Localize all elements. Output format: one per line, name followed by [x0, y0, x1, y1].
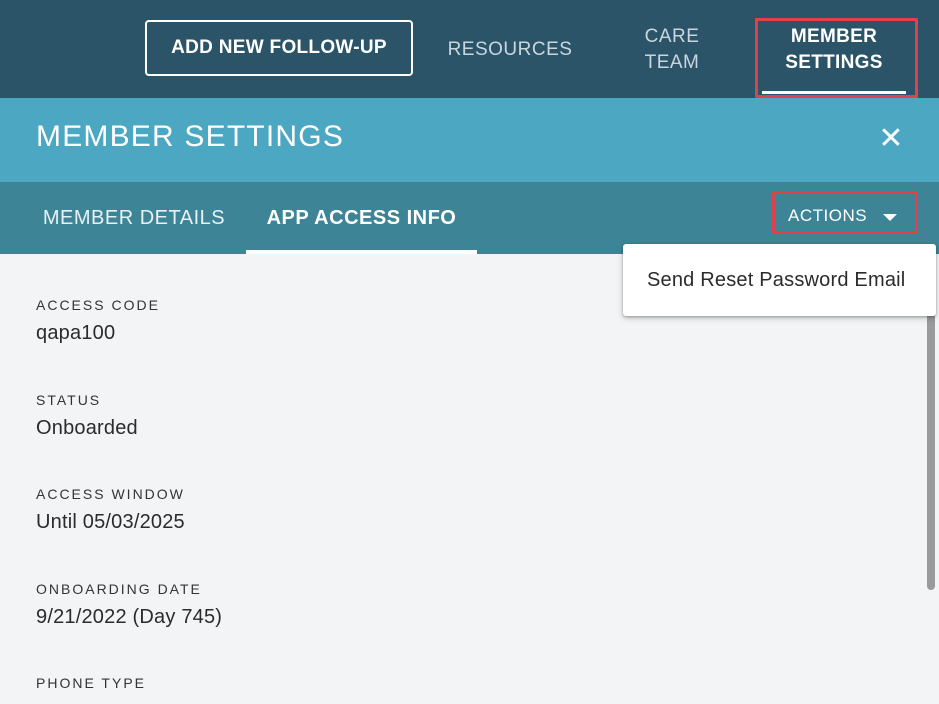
scrollbar-thumb[interactable]: [927, 312, 935, 590]
tab-app-access-info-label: APP ACCESS INFO: [266, 206, 457, 229]
field-value-status: Onboarded: [36, 417, 138, 439]
nav-care-team-line1: CARE: [644, 26, 700, 47]
nav-member-settings-line1: MEMBER: [790, 26, 878, 47]
menu-item-send-reset-password-email[interactable]: Send Reset Password Email: [623, 244, 936, 316]
nav-care-team-link[interactable]: CARE TEAM: [620, 20, 724, 80]
field-value-access-code: qapa100: [36, 322, 116, 344]
field-label-phone-type: PHONE TYPE: [36, 675, 146, 691]
panel-header: MEMBER SETTINGS ✕: [0, 98, 939, 182]
actions-label: ACTIONS: [788, 206, 868, 225]
add-new-follow-up-button[interactable]: ADD NEW FOLLOW-UP: [145, 20, 413, 76]
field-value-onboarding-date: 9/21/2022 (Day 745): [36, 606, 223, 628]
field-label-status: STATUS: [36, 392, 102, 408]
nav-member-settings-link[interactable]: MEMBER SETTINGS: [760, 20, 908, 94]
nav-member-settings-line2: SETTINGS: [785, 52, 883, 73]
field-label-onboarding-date: ONBOARDING DATE: [36, 581, 202, 597]
active-nav-underline: [762, 91, 906, 94]
close-icon[interactable]: ✕: [876, 124, 906, 154]
field-label-access-code: ACCESS CODE: [36, 297, 160, 313]
tab-app-access-info[interactable]: APP ACCESS INFO: [246, 182, 477, 254]
nav-resources-link[interactable]: RESOURCES: [440, 20, 580, 80]
panel-title: MEMBER SETTINGS: [36, 120, 345, 153]
field-value-access-window: Until 05/03/2025: [36, 511, 185, 533]
actions-dropdown-button[interactable]: ACTIONS: [776, 194, 916, 238]
tab-member-details[interactable]: MEMBER DETAILS: [22, 182, 246, 254]
top-nav-bar: ADD NEW FOLLOW-UP RESOURCES CARE TEAM ME…: [0, 0, 939, 98]
caret-down-icon: [883, 214, 898, 221]
field-label-access-window: ACCESS WINDOW: [36, 486, 185, 502]
nav-care-team-line2: TEAM: [644, 52, 700, 73]
app-access-info-content: ACCESS CODE qapa100 STATUS Onboarded ACC…: [0, 254, 939, 704]
actions-dropdown-menu: Send Reset Password Email: [623, 244, 936, 316]
